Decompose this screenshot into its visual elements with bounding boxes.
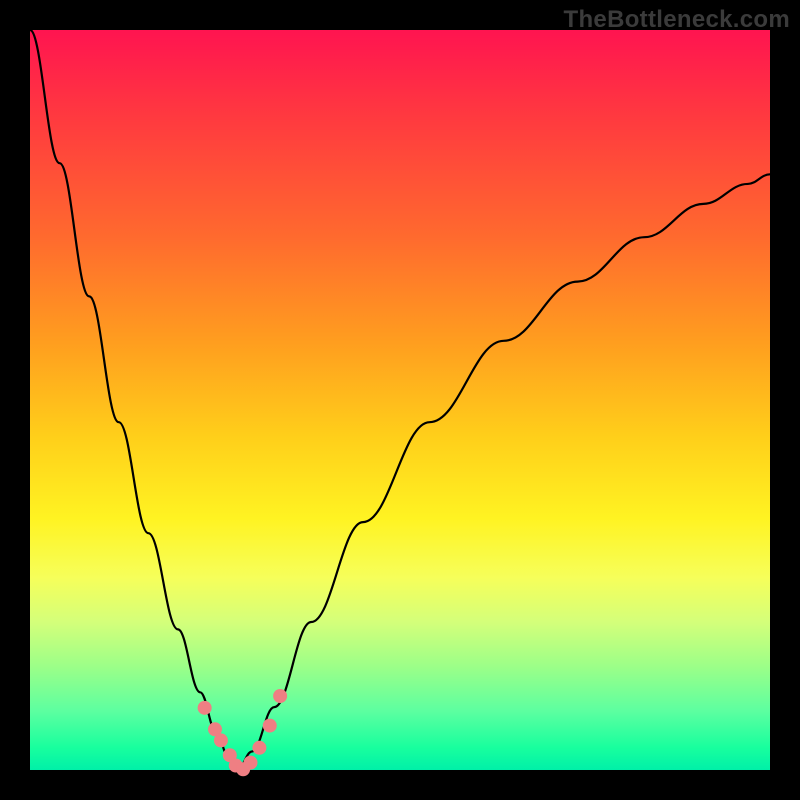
marker-dot xyxy=(214,733,228,747)
marker-dot xyxy=(273,689,287,703)
marker-dot xyxy=(252,741,266,755)
marker-cluster xyxy=(198,689,287,776)
plot-area xyxy=(30,30,770,770)
chart-frame: TheBottleneck.com xyxy=(0,0,800,800)
marker-dot xyxy=(198,701,212,715)
plot-svg xyxy=(30,30,770,770)
curve-left-branch xyxy=(30,30,237,770)
curve-right-branch xyxy=(237,174,770,770)
marker-dot xyxy=(263,719,277,733)
marker-dot xyxy=(244,756,258,770)
